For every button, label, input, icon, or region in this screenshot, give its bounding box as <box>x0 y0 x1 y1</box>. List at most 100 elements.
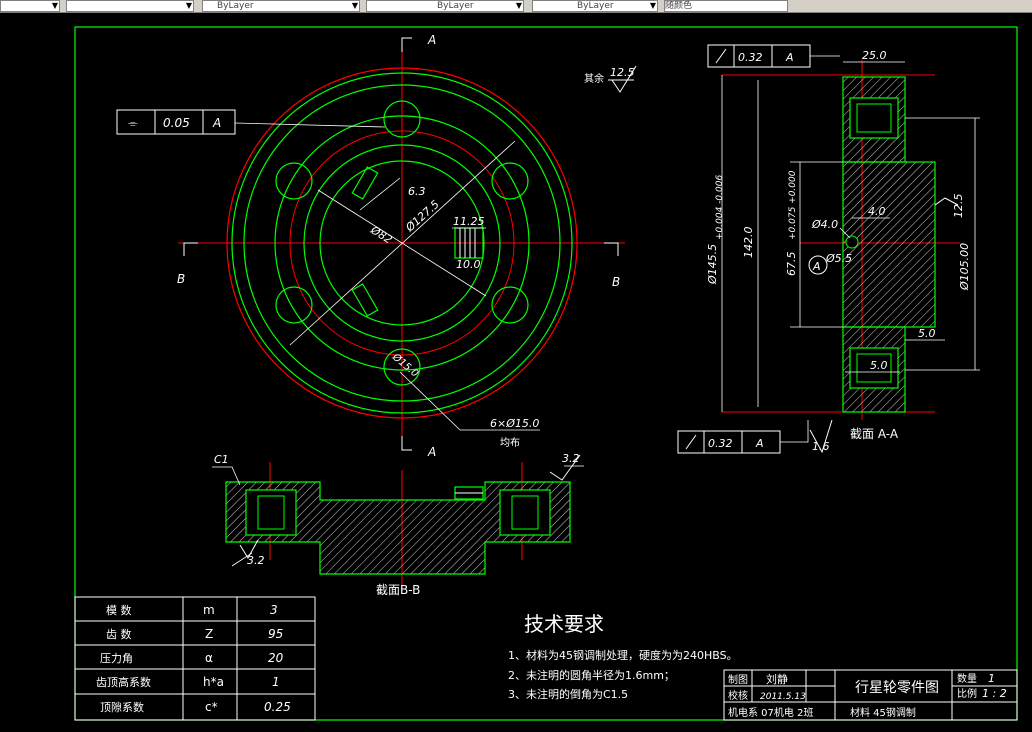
dim-145-5-tol: +0.004 -0.006 <box>715 175 725 240</box>
dim-10-0: 10.0 <box>456 258 481 271</box>
param-symbol: α <box>205 651 213 665</box>
holes-note: 均布 <box>500 437 520 449</box>
dim-67-5-tol: +0.075 +0.000 <box>788 170 798 240</box>
dim-4-0a: Ø4.0 <box>811 218 838 231</box>
chevron-down-icon: ▼ <box>649 1 656 10</box>
color-value: ByLayer <box>217 1 254 11</box>
dim-5-5: Ø5.5 <box>825 252 852 265</box>
chevron-down-icon: ▼ <box>185 1 192 10</box>
oil-slot <box>351 166 379 200</box>
chevron-down-icon: ▼ <box>51 1 58 10</box>
part-name: 行星轮零件图 <box>855 680 939 696</box>
section-b-left: B <box>177 272 185 286</box>
layer-dropdown[interactable]: ▼ <box>0 0 60 12</box>
bb-hole-left <box>245 489 297 536</box>
drawing-canvas[interactable]: 6.3 Ø127.5 Ø82 11.25 10.0 Ø15.0 6×Ø15.0 … <box>0 12 1032 732</box>
plotstyle-dropdown[interactable]: 随颜色 <box>664 0 788 12</box>
param-name: 顶隙系数 <box>100 700 144 714</box>
runout-datum-top: A <box>785 51 794 64</box>
param-symbol: c* <box>205 700 218 714</box>
param-name: 齿顶高系数 <box>96 675 151 689</box>
param-value: 3 <box>270 603 278 617</box>
tech-title: 技术要求 <box>524 612 604 636</box>
section-bb-title: 截面B-B <box>376 583 420 597</box>
rest-roughness-value: 12.5 <box>610 66 635 79</box>
param-symbol: h*a <box>203 675 224 689</box>
tech-line-1: 1、材料为45钢调制处理，硬度为为240HBS。 <box>508 648 738 662</box>
runout-value-bottom: 0.32 <box>708 437 733 450</box>
bolt-hole <box>491 162 529 200</box>
check-label: 校核 <box>728 689 748 702</box>
param-symbol: Z <box>205 627 213 641</box>
qty-value: 1 <box>988 672 995 685</box>
chevron-down-icon: ▼ <box>351 1 358 10</box>
chamfer-c1: C1 <box>214 453 229 466</box>
param-value: 0.25 <box>264 700 291 714</box>
param-value: 95 <box>268 627 283 641</box>
datum-a-letter: A <box>812 260 821 273</box>
style-dropdown[interactable]: ▼ <box>66 0 194 12</box>
section-a-top: A <box>427 33 436 47</box>
symmetry-icon: ⌯ <box>128 116 138 130</box>
dim-4-0b: 4.0 <box>868 205 886 218</box>
color-dropdown[interactable]: ByLayer ▼ <box>202 0 360 12</box>
dim-11-25: 11.25 <box>453 215 485 228</box>
title-block: 制图 刘静 校核 2011.5.13 机电系 07机电 2班 行星轮零件图 材料… <box>723 669 1018 721</box>
side-view: Ø145.5 +0.004 -0.006 142.0 67.5 +0.075 +… <box>677 44 980 454</box>
runout-icon <box>685 434 697 450</box>
department: 机电系 07机电 2班 <box>728 706 813 719</box>
draw-label: 制图 <box>728 673 748 686</box>
linetype-dropdown[interactable]: ByLayer ▼ <box>366 0 524 12</box>
technical-requirements: 技术要求 1、材料为45钢调制处理，硬度为为240HBS。 2、未注明的圆角半径… <box>508 612 738 701</box>
roughness-1-6: 1.6 <box>812 440 830 453</box>
flatness-value: 0.05 <box>163 116 190 130</box>
material: 材料 45钢调制 <box>850 706 916 719</box>
roughness-3-2b: 3.2 <box>247 554 265 567</box>
dim-5-0b: 5.0 <box>870 359 888 372</box>
holes-callout: 6×Ø15.0 <box>490 417 539 430</box>
dim-25-0: 25.0 <box>862 49 887 62</box>
gear-parameters-table: 模 数 m 3 齿 数 Z 95 压力角 α 20 齿顶高系数 h*a 1 顶隙… <box>74 596 316 721</box>
section-bb-view: C1 3.2 3.2 截面B-B <box>212 452 584 597</box>
qty-label: 数量 <box>957 672 977 685</box>
lineweight-value: ByLayer <box>577 1 614 11</box>
tech-line-2: 2、未注明的圆角半径为1.6mm； <box>508 668 675 682</box>
bolt-hole <box>275 162 313 200</box>
plotstyle-value: 随颜色 <box>665 1 693 11</box>
bb-hole-right <box>499 489 551 536</box>
chevron-down-icon: ▼ <box>515 1 522 10</box>
flatness-datum: A <box>212 116 221 130</box>
dim-105-00: Ø105.00 <box>958 243 971 291</box>
runout-icon <box>715 48 727 64</box>
lineweight-dropdown[interactable]: ByLayer ▼ <box>532 0 658 12</box>
dim-145-5: Ø145.5 <box>706 244 719 285</box>
param-name: 齿 数 <box>106 628 132 641</box>
scale-value: 1 : 2 <box>982 687 1007 700</box>
bolt-hole <box>491 286 529 324</box>
dim-5-0a: 5.0 <box>918 327 936 340</box>
tech-line-3: 3、未注明的倒角为C1.5 <box>508 687 628 701</box>
param-symbol: m <box>203 603 215 617</box>
param-name: 压力角 <box>100 652 133 665</box>
scale-label: 比例 <box>957 687 977 700</box>
section-a-bottom: A <box>427 445 436 459</box>
section-b-right: B <box>612 275 620 289</box>
bolt-hole <box>275 286 313 324</box>
dim-127-5: Ø127.5 <box>403 198 442 235</box>
param-value: 1 <box>272 675 280 689</box>
front-view: 6.3 Ø127.5 Ø82 11.25 10.0 Ø15.0 6×Ø15.0 … <box>116 33 637 459</box>
runout-value-top: 0.32 <box>738 51 763 64</box>
dim-67-5: 67.5 <box>785 252 798 277</box>
param-value: 20 <box>268 651 284 665</box>
section-a-title: 截面 A-A <box>850 427 899 441</box>
dim-142-0: 142.0 <box>742 227 755 259</box>
linetype-value: ByLayer <box>437 1 474 11</box>
roughness-12-5: 12.5 <box>952 194 965 219</box>
dim-6-3: 6.3 <box>408 185 426 198</box>
check-date: 2011.5.13 <box>760 692 806 702</box>
draw-name: 刘静 <box>766 672 788 686</box>
param-name: 模 数 <box>106 604 132 617</box>
roughness-3-2a: 3.2 <box>562 452 580 465</box>
rest-roughness-label: 其余 <box>584 72 604 85</box>
runout-datum-bottom: A <box>755 437 764 450</box>
